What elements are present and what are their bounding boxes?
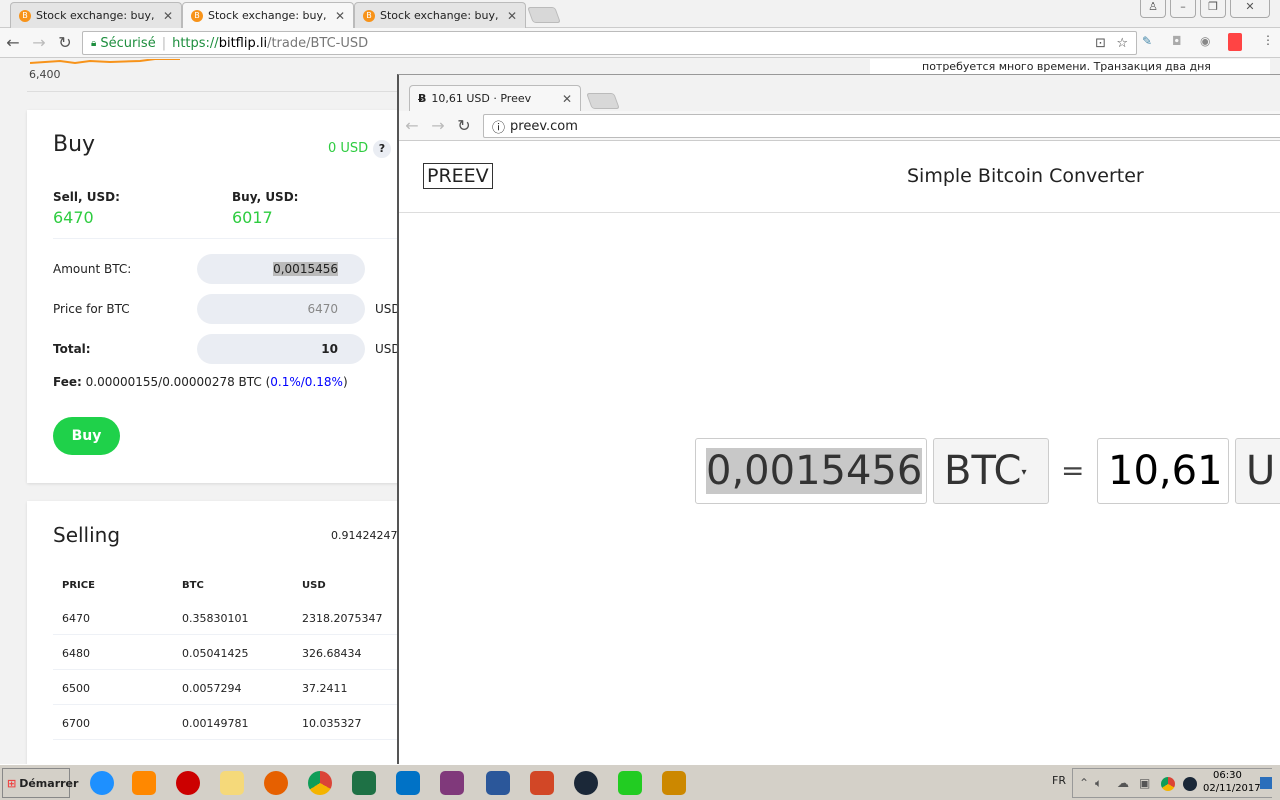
translate-icon[interactable]: ⊡ <box>1095 36 1106 51</box>
reload-icon[interactable]: ↻ <box>451 116 477 135</box>
window-controls: ♙ – ❐ ✕ <box>1140 0 1270 18</box>
show-hidden-icons[interactable]: ⌃ <box>1079 776 1089 790</box>
close-tab-icon[interactable]: ✕ <box>562 92 572 106</box>
profile-icon[interactable]: ♙ <box>1140 0 1166 18</box>
selling-title: Selling <box>53 523 121 547</box>
sell-price: 6470 <box>53 208 94 227</box>
back-icon[interactable]: ← <box>0 33 26 52</box>
onenote-icon[interactable] <box>434 768 470 798</box>
media-player-icon[interactable] <box>126 768 162 798</box>
taskbar: ⊞ Démarrer FR ⌃ 🔈︎ ☁ ▣ 06:30 02/11/2017 <box>0 764 1280 800</box>
reload-icon[interactable]: ↻ <box>52 33 78 52</box>
security-app-icon[interactable] <box>612 768 648 798</box>
close-window-button[interactable]: ✕ <box>1230 0 1270 18</box>
outlook-icon[interactable] <box>390 768 426 798</box>
driver-booster-icon[interactable] <box>170 768 206 798</box>
bitcoin-favicon-icon: B <box>19 9 31 22</box>
usd-balance: 0 USD <box>328 141 369 156</box>
bitcoin-favicon-icon: B <box>191 9 203 22</box>
buy-panel: Buy 0 USD ? Sell, USD: 6470 Buy, USD: 60… <box>27 110 427 483</box>
extension-icon[interactable]: ✎ <box>1142 34 1152 48</box>
start-button[interactable]: ⊞ Démarrer <box>2 768 78 798</box>
forward-icon[interactable]: → <box>26 33 52 52</box>
preev-header: PREEV Simple Bitcoin Converter <box>399 141 1280 213</box>
browser-tab-bar: BStock exchange: buy, sell, c✕ BStock ex… <box>0 0 1280 28</box>
extension-icon[interactable] <box>1228 33 1242 51</box>
info-icon: ⓘ <box>492 120 506 136</box>
buy-button[interactable]: Buy <box>53 417 120 455</box>
system-tray: ⌃ 🔈︎ ☁ ▣ 06:30 02/11/2017 <box>1072 768 1272 798</box>
browser-tab-1[interactable]: BStock exchange: buy, sell, c✕ <box>10 2 182 28</box>
minimize-button[interactable]: – <box>1170 0 1196 18</box>
bitcoin-icon: Ƀ <box>418 92 427 105</box>
amount-btc-input[interactable]: 0,0015456 <box>197 254 365 284</box>
file-explorer-icon[interactable] <box>214 768 250 798</box>
windows-logo-icon: ⊞ <box>7 776 17 790</box>
excel-icon[interactable] <box>346 768 382 798</box>
table-row[interactable]: 6500 0.0057294 37.2411 <box>53 670 413 705</box>
new-tab-button[interactable] <box>586 93 620 109</box>
powerpoint-icon[interactable] <box>524 768 560 798</box>
secure-label: Sécurisé <box>100 35 156 51</box>
background-text: потребуется много времени. Транзакция дв… <box>870 59 1270 74</box>
address-bar[interactable]: ⓘ preev.com <box>483 114 1280 138</box>
bitcoin-favicon-icon: B <box>363 9 375 22</box>
selling-panel: Selling 0.91424247 B PRICE BTC USD 6470 0… <box>27 501 427 764</box>
close-tab-icon[interactable]: ✕ <box>335 9 345 23</box>
network-icon[interactable]: ▣ <box>1139 776 1150 790</box>
table-row[interactable]: 6480 0.05041425 326.68434 <box>53 635 413 670</box>
preev-window: Ƀ 10,61 USD · Preev ✕ ← → ↻ ⓘ preev.com PRE… <box>397 74 1280 764</box>
browser-tab-3[interactable]: BStock exchange: buy, sell, c✕ <box>354 2 526 28</box>
steam-tray-icon[interactable] <box>1183 777 1197 791</box>
preev-tab[interactable]: Ƀ 10,61 USD · Preev ✕ <box>409 85 581 111</box>
restore-button[interactable]: ❐ <box>1200 0 1226 18</box>
onedrive-icon[interactable]: ☁ <box>1117 776 1129 790</box>
column-header-price: PRICE <box>62 580 95 591</box>
browser-toolbar: ← → ↻ 🔒︎ Sécurisé | https://bitflip.li/t… <box>0 28 1280 58</box>
table-row[interactable]: 6470 0.35830101 2318.2075347 <box>53 600 413 635</box>
fee-info: Fee: 0.00000155/0.00000278 BTC (0.1%/0.1… <box>53 375 348 389</box>
buy-title: Buy <box>53 132 96 157</box>
clock-date[interactable]: 02/11/2017 <box>1203 783 1261 794</box>
forward-icon[interactable]: → <box>425 116 451 135</box>
total-input[interactable]: 10 <box>197 334 365 364</box>
eye-extension-icon[interactable]: ◉ <box>1200 34 1210 48</box>
volume-icon[interactable]: 🔈︎ <box>1095 776 1102 791</box>
new-tab-button[interactable] <box>527 7 561 23</box>
column-header-btc: BTC <box>182 580 204 591</box>
csgo-icon[interactable] <box>656 768 692 798</box>
language-indicator[interactable]: FR <box>1052 774 1066 787</box>
bookmark-star-icon[interactable]: ☆ <box>1116 36 1128 51</box>
show-desktop-icon[interactable] <box>1260 777 1272 789</box>
price-input[interactable]: 6470 <box>197 294 365 324</box>
clock-time[interactable]: 06:30 <box>1213 770 1242 781</box>
close-tab-icon[interactable]: ✕ <box>163 9 173 23</box>
chrome-icon[interactable] <box>302 768 338 798</box>
close-tab-icon[interactable]: ✕ <box>507 9 517 23</box>
currency-from-select[interactable]: BTC▾ <box>933 438 1049 504</box>
back-icon[interactable]: ← <box>399 116 425 135</box>
chrome-tray-icon[interactable] <box>1161 777 1175 791</box>
preev-logo[interactable]: PREEV <box>423 163 493 189</box>
internet-explorer-icon[interactable] <box>84 768 120 798</box>
browser-tab-2[interactable]: BStock exchange: buy, sell, c✕ <box>182 2 354 28</box>
help-button[interactable]: ? <box>373 140 391 158</box>
address-bar[interactable]: 🔒︎ Sécurisé | https://bitflip.li/trade/B… <box>82 31 1137 55</box>
result-output[interactable]: 10,61 <box>1097 438 1229 504</box>
menu-icon[interactable]: ⋮ <box>1262 33 1274 47</box>
word-icon[interactable] <box>480 768 516 798</box>
lock-icon: 🔒︎ <box>91 37 97 49</box>
steam-icon[interactable] <box>568 768 604 798</box>
dropdown-caret-icon: ▾ <box>1021 467 1027 478</box>
chart-tick-label: 6,400 <box>29 68 61 81</box>
table-row[interactable]: 6700 0.00149781 10.035327 <box>53 705 413 740</box>
price-chart-line <box>30 59 180 65</box>
extension-icon[interactable]: ◘ <box>1172 34 1182 48</box>
amount-input[interactable]: 0,0015456 <box>695 438 927 504</box>
buy-price: 6017 <box>232 208 273 227</box>
currency-to-select[interactable]: U <box>1235 438 1280 504</box>
column-header-usd: USD <box>302 580 326 591</box>
firefox-icon[interactable] <box>258 768 294 798</box>
page-heading: Simple Bitcoin Converter <box>907 165 1144 187</box>
